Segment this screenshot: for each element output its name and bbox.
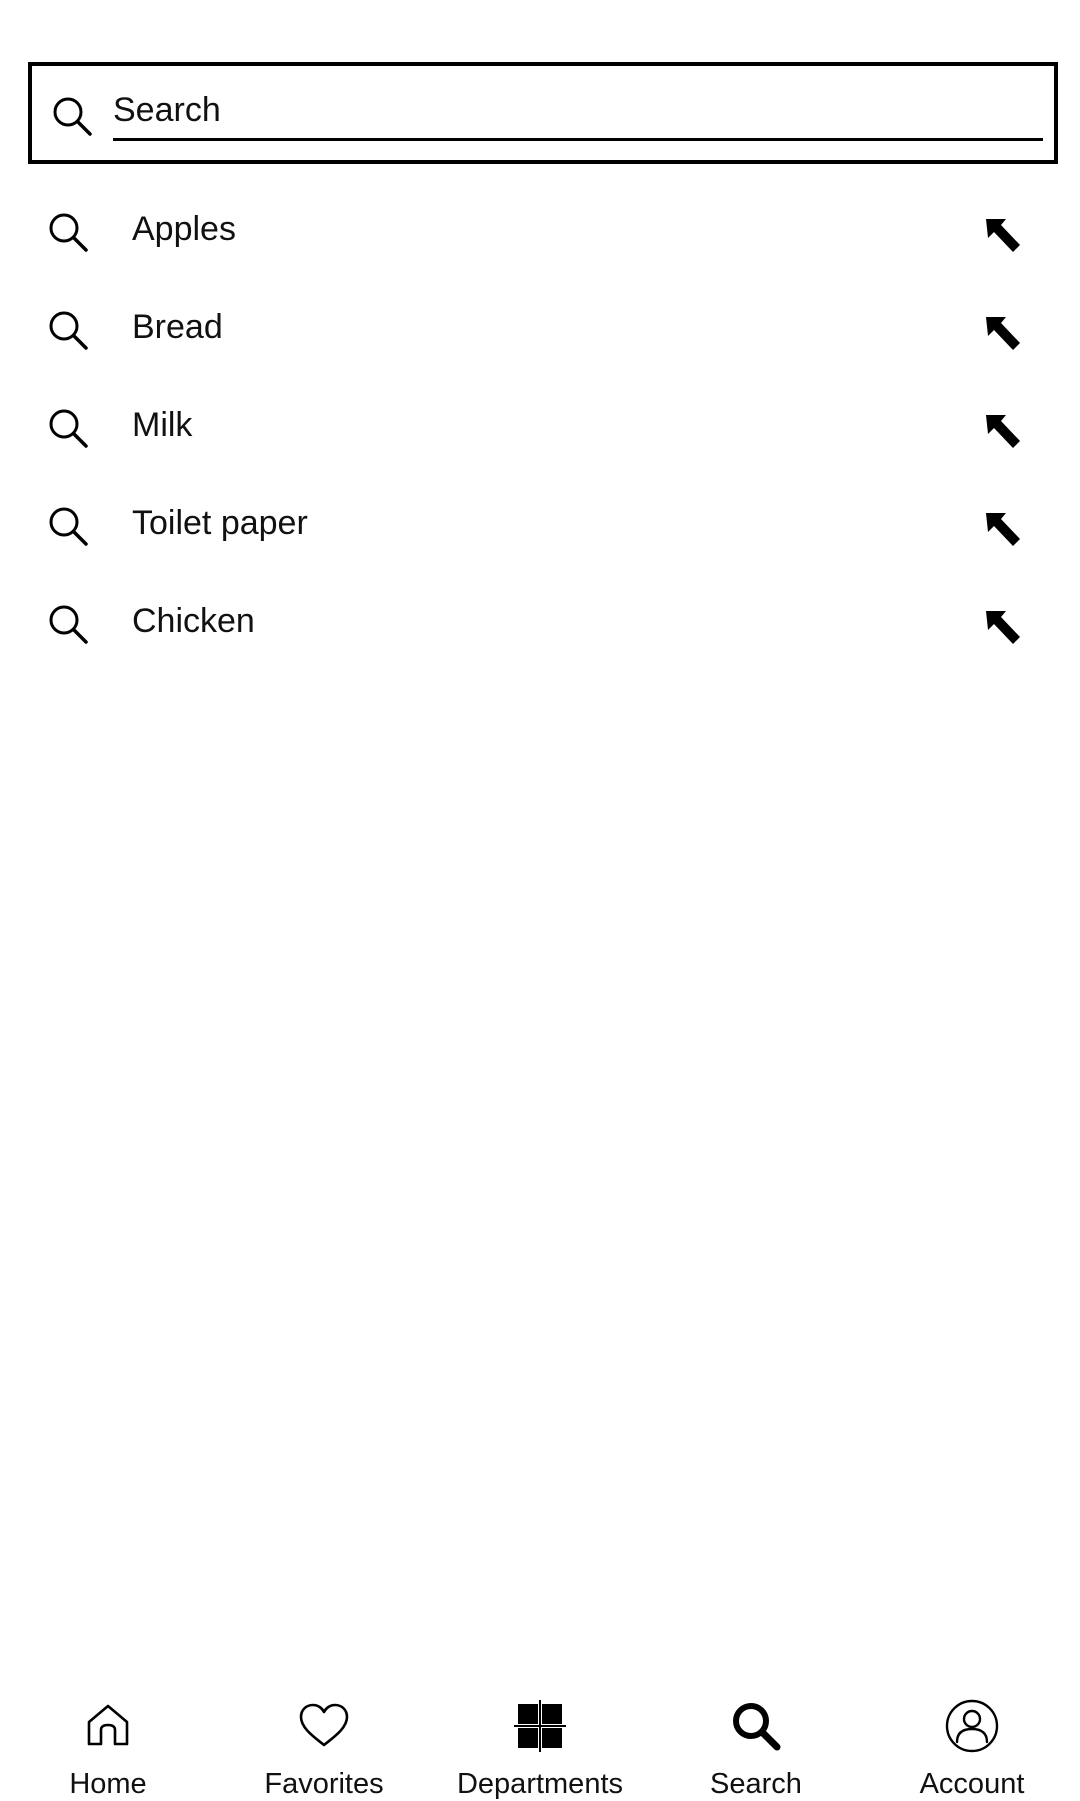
nav-item-search[interactable]: Search [648,1690,864,1800]
suggestion-item[interactable]: Toilet paper [0,477,1080,575]
suggestion-item[interactable]: Apples [0,183,1080,281]
grid-icon [514,1700,566,1752]
search-bar[interactable] [28,62,1058,164]
search-icon [49,311,88,350]
arrow-up-left-icon[interactable] [980,311,1024,355]
suggestion-label: Toilet paper [132,504,308,542]
arrow-up-left-icon[interactable] [980,213,1024,257]
nav-label: Favorites [264,1768,384,1800]
nav-label: Search [710,1768,802,1800]
arrow-up-left-icon[interactable] [980,507,1024,551]
nav-label: Account [919,1768,1025,1800]
search-icon [49,507,88,546]
suggestion-label: Chicken [132,602,255,640]
suggestion-item[interactable]: Milk [0,379,1080,477]
search-input[interactable] [113,82,1043,141]
nav-item-departments[interactable]: Departments [432,1690,648,1800]
bottom-nav: Home Favorites Departments Search Accoun… [0,1690,1080,1800]
nav-item-favorites[interactable]: Favorites [216,1690,432,1800]
nav-label: Home [69,1768,147,1800]
search-icon [733,1703,781,1751]
search-icon [49,409,88,448]
suggestion-label: Milk [132,406,193,444]
nav-item-home[interactable]: Home [0,1690,216,1800]
heart-icon [299,1703,349,1747]
suggestion-list: Apples Bread Milk Toilet paper Chicken [0,183,1080,673]
suggestion-item[interactable]: Bread [0,281,1080,379]
arrow-up-left-icon[interactable] [980,409,1024,453]
search-icon [49,605,88,644]
suggestion-label: Apples [132,210,236,248]
suggestion-label: Bread [132,308,223,346]
account-icon [945,1699,999,1753]
nav-item-account[interactable]: Account [864,1690,1080,1800]
nav-label: Departments [456,1768,623,1800]
search-icon [49,213,88,252]
home-icon [87,1704,129,1746]
search-icon [53,97,92,136]
arrow-up-left-icon[interactable] [980,605,1024,649]
suggestion-item[interactable]: Chicken [0,575,1080,673]
